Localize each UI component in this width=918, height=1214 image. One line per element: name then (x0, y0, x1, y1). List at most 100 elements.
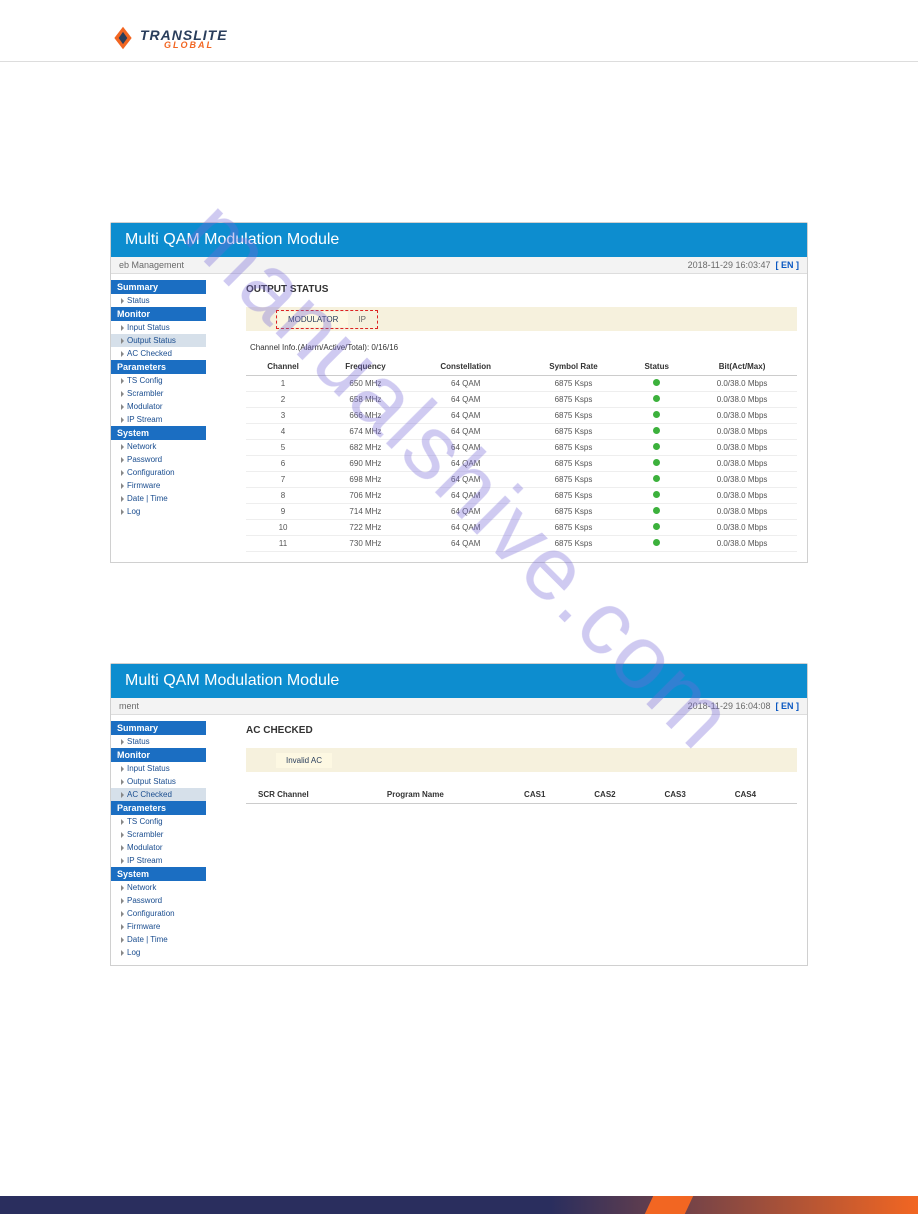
timestamp: 2018-11-29 16:03:47 (688, 260, 771, 270)
tab-ip[interactable]: IP (348, 312, 376, 327)
caret-icon (121, 457, 124, 463)
table-cell: 6875 Ksps (521, 520, 627, 536)
sidebar-item-output-status[interactable]: Output Status (111, 775, 206, 788)
tab-modulator[interactable]: MODULATOR (278, 312, 348, 327)
sidebar-item-label: IP Stream (127, 856, 162, 865)
sidebar-item-date-time[interactable]: Date | Time (111, 492, 206, 505)
brand-icon (110, 25, 136, 51)
table-cell: 5 (246, 440, 320, 456)
sidebar-item-firmware[interactable]: Firmware (111, 920, 206, 933)
content-title: AC CHECKED (246, 725, 797, 736)
highlight-box: MODULATOR IP (276, 310, 378, 329)
window-title: Multi QAM Modulation Module (111, 664, 807, 698)
table-row: 7698 MHz64 QAM6875 Ksps0.0/38.0 Mbps (246, 472, 797, 488)
status-ok-icon (653, 395, 660, 402)
language-link[interactable]: [ EN ] (776, 260, 800, 270)
sidebar-item-status[interactable]: Status (111, 735, 206, 748)
sidebar-item-label: TS Config (127, 376, 163, 385)
sidebar-item-label: Network (127, 442, 156, 451)
table-cell (626, 536, 687, 552)
sidebar-item-password[interactable]: Password (111, 894, 206, 907)
sidebar-item-log[interactable]: Log (111, 505, 206, 518)
sidebar-item-ip-stream[interactable]: IP Stream (111, 854, 206, 867)
sidebar-group-header: Parameters (111, 801, 206, 815)
sidebar-item-modulator[interactable]: Modulator (111, 841, 206, 854)
sidebar-item-output-status[interactable]: Output Status (111, 334, 206, 347)
sidebar-item-network[interactable]: Network (111, 881, 206, 894)
table-cell: 64 QAM (411, 456, 521, 472)
table-cell: 64 QAM (411, 376, 521, 392)
sidebar-item-log[interactable]: Log (111, 946, 206, 959)
sidebar-item-status[interactable]: Status (111, 294, 206, 307)
table-cell: 682 MHz (320, 440, 411, 456)
table-cell: 722 MHz (320, 520, 411, 536)
sidebar-item-ac-checked[interactable]: AC Checked (111, 347, 206, 360)
sidebar-item-label: Password (127, 455, 162, 464)
caret-icon (121, 766, 124, 772)
table-cell: 11 (246, 536, 320, 552)
table-cell: 0.0/38.0 Mbps (687, 440, 797, 456)
table-cell (626, 440, 687, 456)
sidebar-item-input-status[interactable]: Input Status (111, 762, 206, 775)
language-link[interactable]: [ EN ] (776, 701, 800, 711)
column-header: Constellation (411, 358, 521, 376)
tab-container: MODULATOR IP (246, 307, 797, 331)
sidebar-group-header: Monitor (111, 748, 206, 762)
table-cell: 714 MHz (320, 504, 411, 520)
table-cell: 2 (246, 392, 320, 408)
table-cell (626, 376, 687, 392)
column-header: Bit(Act/Max) (687, 358, 797, 376)
sidebar-item-modulator[interactable]: Modulator (111, 400, 206, 413)
sidebar-item-label: Password (127, 896, 162, 905)
table-row: 1650 MHz64 QAM6875 Ksps0.0/38.0 Mbps (246, 376, 797, 392)
table-cell: 9 (246, 504, 320, 520)
caret-icon (121, 819, 124, 825)
table-cell: 666 MHz (320, 408, 411, 424)
table-cell: 4 (246, 424, 320, 440)
screenshot-ac-checked: Multi QAM Modulation Module ment 2018-11… (110, 663, 808, 966)
sidebar-item-date-time[interactable]: Date | Time (111, 933, 206, 946)
caret-icon (121, 404, 124, 410)
table-cell: 6875 Ksps (521, 456, 627, 472)
sidebar-item-label: Date | Time (127, 494, 168, 503)
sidebar-item-configuration[interactable]: Configuration (111, 466, 206, 479)
sidebar-item-label: Firmware (127, 922, 160, 931)
sidebar-item-firmware[interactable]: Firmware (111, 479, 206, 492)
content-title: OUTPUT STATUS (246, 284, 797, 295)
tab-invalid-ac[interactable]: Invalid AC (276, 753, 332, 768)
sidebar-item-input-status[interactable]: Input Status (111, 321, 206, 334)
sidebar-item-network[interactable]: Network (111, 440, 206, 453)
table-cell: 0.0/38.0 Mbps (687, 488, 797, 504)
table-cell: 64 QAM (411, 424, 521, 440)
sidebar-item-label: Modulator (127, 843, 163, 852)
sidebar-item-configuration[interactable]: Configuration (111, 907, 206, 920)
table-cell (626, 424, 687, 440)
sidebar-item-scrambler[interactable]: Scrambler (111, 387, 206, 400)
caret-icon (121, 325, 124, 331)
sidebar-item-password[interactable]: Password (111, 453, 206, 466)
sidebar-item-ts-config[interactable]: TS Config (111, 815, 206, 828)
table-cell: 698 MHz (320, 472, 411, 488)
sidebar-item-ts-config[interactable]: TS Config (111, 374, 206, 387)
table-cell: 6875 Ksps (521, 392, 627, 408)
table-cell: 6875 Ksps (521, 504, 627, 520)
table-cell: 0.0/38.0 Mbps (687, 520, 797, 536)
caret-icon (121, 832, 124, 838)
column-header: CAS2 (586, 786, 656, 804)
table-cell: 1 (246, 376, 320, 392)
table-cell: 64 QAM (411, 440, 521, 456)
column-header: Frequency (320, 358, 411, 376)
sidebar-item-label: Network (127, 883, 156, 892)
caret-icon (121, 338, 124, 344)
sidebar-item-scrambler[interactable]: Scrambler (111, 828, 206, 841)
caret-icon (121, 845, 124, 851)
caret-icon (121, 924, 124, 930)
sidebar-item-ac-checked[interactable]: AC Checked (111, 788, 206, 801)
timestamp: 2018-11-29 16:04:08 (688, 701, 771, 711)
status-ok-icon (653, 443, 660, 450)
status-ok-icon (653, 491, 660, 498)
caret-icon (121, 378, 124, 384)
table-row: 9714 MHz64 QAM6875 Ksps0.0/38.0 Mbps (246, 504, 797, 520)
table-row: 4674 MHz64 QAM6875 Ksps0.0/38.0 Mbps (246, 424, 797, 440)
sidebar-item-ip-stream[interactable]: IP Stream (111, 413, 206, 426)
